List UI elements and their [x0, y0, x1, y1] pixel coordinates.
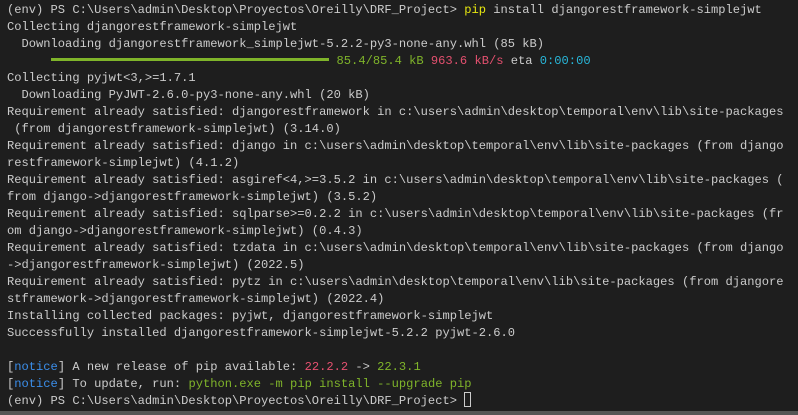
terminal-line: [notice] A new release of pip available:… [7, 359, 784, 376]
terminal-line: from django->djangorestframework-simplej… [7, 189, 784, 206]
terminal-text-segment: Downloading djangorestframework_simplejw… [7, 37, 545, 51]
terminal-text-segment: ] A new release of pip available: [57, 360, 305, 374]
terminal-line: Downloading djangorestframework_simplejw… [7, 36, 784, 53]
terminal-line: Requirement already satisfied: django in… [7, 138, 784, 155]
terminal-text-segment: pip [464, 3, 486, 17]
terminal-line: Successfully installed djangorestframewo… [7, 325, 784, 342]
terminal-text-segment: stframework->djangorestframework-simplej… [7, 292, 385, 306]
terminal-text-segment: Requirement already satisfied: pytz in c… [7, 275, 784, 289]
terminal-text-segment: Collecting djangorestframework-simplejwt [7, 20, 298, 34]
text-cursor [464, 392, 472, 408]
terminal-text-segment: notice [14, 377, 58, 391]
terminal-text-segment: Downloading PyJWT-2.6.0-py3-none-any.whl… [7, 88, 370, 102]
terminal-text-segment: (env) PS C:\Users\admin\Desktop\Proyecto… [7, 394, 465, 408]
terminal-line: restframework-simplejwt) (4.1.2) [7, 155, 784, 172]
terminal-output[interactable]: (env) PS C:\Users\admin\Desktop\Proyecto… [7, 2, 784, 410]
terminal-line: Requirement already satisfied: pytz in c… [7, 274, 784, 291]
terminal-text-segment: Requirement already satisfied: sqlparse>… [7, 207, 784, 221]
terminal-line: Requirement already satisfied: sqlparse>… [7, 206, 784, 223]
terminal-text-segment: Installing collected packages: pyjwt, dj… [7, 309, 494, 323]
terminal-line: stframework->djangorestframework-simplej… [7, 291, 784, 308]
terminal-text-segment: 85.4/85.4 kB [336, 54, 424, 68]
terminal-line: (from djangorestframework-simplejwt) (3.… [7, 121, 784, 138]
terminal-line: Requirement already satisfied: asgiref<4… [7, 172, 784, 189]
terminal-text-segment: (from djangorestframework-simplejwt) (3.… [7, 122, 341, 136]
terminal-line: (env) PS C:\Users\admin\Desktop\Proyecto… [7, 392, 784, 410]
terminal-text-segment: Requirement already satisfied: django in… [7, 139, 784, 153]
terminal-text-segment: 0:00:00 [539, 54, 591, 68]
terminal-text-segment: notice [14, 360, 58, 374]
terminal-text-segment: 22.2.2 [304, 360, 349, 374]
terminal-line: 85.4/85.4 kB 963.6 kB/s eta 0:00:00 [7, 53, 784, 70]
terminal-text-segment: 963.6 kB/s [430, 54, 504, 68]
terminal-line: Collecting pyjwt<3,>=1.7.1 [7, 70, 784, 87]
terminal-text-segment: eta [503, 54, 540, 68]
terminal-text-segment: Requirement already satisfied: djangores… [7, 105, 784, 119]
terminal-text-segment: 22.3.1 [377, 360, 421, 374]
terminal-line: Requirement already satisfied: djangores… [7, 104, 784, 121]
terminal-text-segment: python.exe -m pip install --upgrade pip [188, 377, 472, 391]
terminal-line: (env) PS C:\Users\admin\Desktop\Proyecto… [7, 2, 784, 19]
terminal-text-segment: -> [348, 360, 378, 374]
terminal-line: Requirement already satisfied: tzdata in… [7, 240, 784, 257]
terminal-text-segment: install djangorestframework-simplejwt [486, 3, 762, 17]
terminal-line: [notice] To update, run: python.exe -m p… [7, 376, 784, 393]
terminal-line: Installing collected packages: pyjwt, dj… [7, 308, 784, 325]
terminal-text-segment: (env) PS C:\Users\admin\Desktop\Proyecto… [7, 3, 465, 17]
terminal-text-segment: ] To update, run: [57, 377, 189, 391]
terminal-text-segment: from django->djangorestframework-simplej… [7, 190, 378, 204]
terminal-text-segment: Requirement already satisfied: asgiref<4… [7, 173, 784, 187]
terminal-text-segment: Successfully installed djangorestframewo… [7, 326, 516, 340]
terminal-text-segment: om django->djangorestframework-simplejwt… [7, 224, 363, 238]
terminal-text-segment: ->djangorestframework-simplejwt) (2022.5… [7, 258, 305, 272]
terminal-line: Collecting djangorestframework-simplejwt [7, 19, 784, 36]
terminal-text-segment: Requirement already satisfied: tzdata in… [7, 241, 784, 255]
terminal-line: Downloading PyJWT-2.6.0-py3-none-any.whl… [7, 87, 784, 104]
terminal-text-segment: Collecting pyjwt<3,>=1.7.1 [7, 71, 196, 85]
terminal-text-segment: restframework-simplejwt) (4.1.2) [7, 156, 240, 170]
download-progress-bar [50, 58, 329, 62]
terminal-line: ->djangorestframework-simplejwt) (2022.5… [7, 257, 784, 274]
horizontal-scrollbar[interactable] [0, 411, 798, 415]
terminal-line: om django->djangorestframework-simplejwt… [7, 223, 784, 240]
